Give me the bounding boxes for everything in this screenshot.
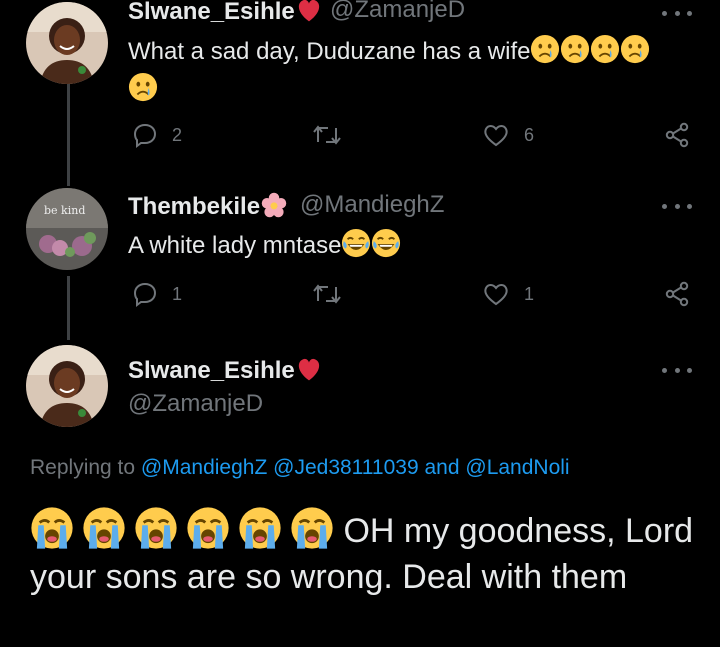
reply-count: 1	[172, 283, 183, 304]
thread-connector	[67, 84, 70, 186]
laughing-emoji	[371, 228, 401, 258]
avatar[interactable]: be kind	[26, 188, 108, 270]
mention-link[interactable]: @MandieghZ	[141, 456, 267, 479]
tweet-text: What a sad day, Duduzane has a wife	[128, 34, 650, 66]
crying-emoji	[560, 34, 590, 64]
display-name[interactable]: Slwane_Esihle	[128, 0, 323, 26]
replying-to: Replying to @MandieghZ @Jed38111039 and …	[30, 456, 570, 480]
share-icon	[665, 281, 689, 307]
retweet-icon	[313, 125, 341, 145]
tweet-text-content: What a sad day, Duduzane has a wife	[128, 38, 531, 65]
crying-emoji	[128, 72, 158, 102]
sobbing-emoji	[134, 506, 178, 550]
like-button[interactable]: 1	[482, 281, 534, 307]
flower-emoji	[260, 191, 288, 219]
retweet-button[interactable]	[312, 122, 342, 148]
user-handle[interactable]: @MandieghZ	[300, 191, 444, 219]
share-button[interactable]	[664, 122, 690, 148]
red-heart-emoji	[295, 0, 323, 24]
more-icon[interactable]	[662, 8, 692, 18]
reply-button[interactable]: 1	[132, 281, 182, 307]
sobbing-emoji	[186, 506, 230, 550]
avatar[interactable]	[26, 2, 108, 84]
sobbing-emoji	[238, 506, 282, 550]
retweet-icon	[313, 284, 341, 304]
reply-icon	[133, 282, 157, 307]
mention-link[interactable]: @Jed38111039	[273, 456, 419, 479]
main-tweet-text: OH my goodness, Lord your sons are so wr…	[30, 506, 710, 600]
reply-button[interactable]: 2	[132, 122, 182, 148]
more-icon[interactable]	[662, 201, 692, 211]
share-icon	[665, 122, 689, 148]
like-icon	[484, 125, 508, 147]
mention-link[interactable]: @LandNoli	[465, 456, 569, 479]
reply-count: 2	[172, 124, 183, 145]
reply-icon	[133, 123, 157, 148]
laughing-emoji	[341, 228, 371, 258]
main-tweet-text-content: OH my goodness, Lord your sons are so wr…	[30, 512, 694, 596]
more-icon[interactable]	[662, 365, 692, 375]
like-icon	[484, 284, 508, 306]
sobbing-emoji	[82, 506, 126, 550]
avatar-caption: be kind	[44, 204, 86, 217]
crying-emoji	[620, 34, 650, 64]
replying-label: Replying to	[30, 456, 136, 479]
thread-connector	[67, 276, 70, 340]
user-handle[interactable]: @ZamanjeD	[128, 390, 263, 418]
avatar[interactable]	[26, 345, 108, 427]
display-name[interactable]: Thembekile	[128, 191, 288, 221]
display-name-text[interactable]: Slwane_Esihle	[128, 357, 295, 384]
like-count: 6	[524, 124, 535, 145]
and-connector: and	[424, 456, 460, 479]
share-button[interactable]	[664, 281, 690, 307]
display-name[interactable]: Slwane_Esihle	[128, 355, 323, 385]
like-count: 1	[524, 283, 535, 304]
red-heart-emoji	[295, 355, 323, 383]
sobbing-emoji	[30, 506, 74, 550]
tweet-text: A white lady mntase	[128, 228, 401, 260]
crying-emoji	[590, 34, 620, 64]
tweet-text-content: A white lady mntase	[128, 232, 342, 259]
user-handle[interactable]: @ZamanjeD	[330, 0, 465, 24]
sobbing-emoji	[290, 506, 334, 550]
crying-emoji	[530, 34, 560, 64]
display-name-text[interactable]: Thembekile	[128, 193, 260, 220]
retweet-button[interactable]	[312, 281, 342, 307]
display-name-text[interactable]: Slwane_Esihle	[128, 0, 295, 25]
like-button[interactable]: 6	[482, 122, 534, 148]
